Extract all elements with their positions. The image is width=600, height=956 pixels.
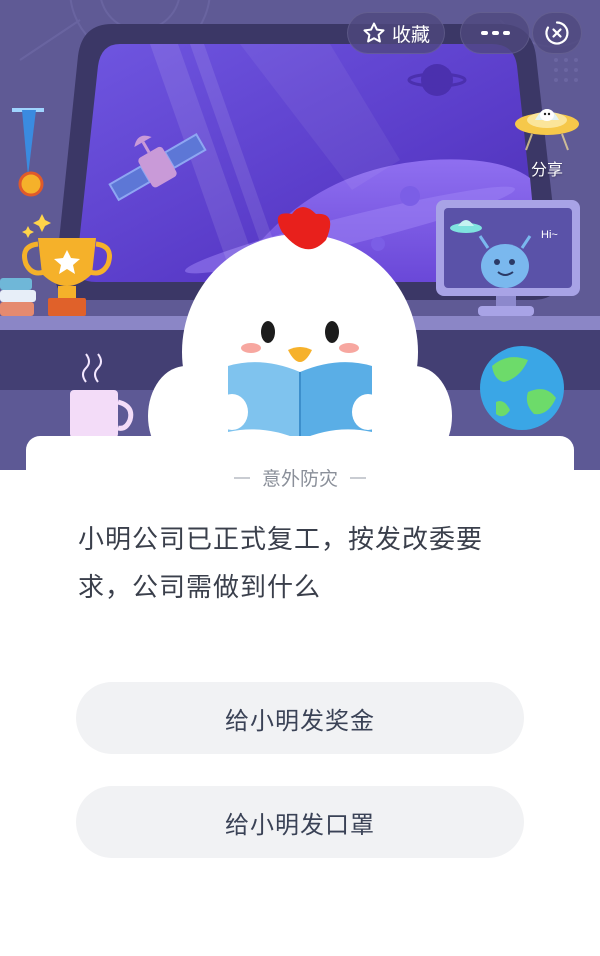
space-room-illustration: Hi~ [0, 0, 600, 470]
more-options-button[interactable] [460, 12, 530, 54]
share-label: 分享 [530, 160, 563, 179]
category-label: 意外防灾 [261, 468, 338, 490]
category-left-dash [233, 476, 250, 479]
answer-option-label: 给小明发口罩 [225, 810, 375, 839]
favorite-button[interactable]: 收藏 [347, 12, 445, 54]
category-right-dash [350, 476, 366, 479]
quiz-question: 小明公司已正式复工，按发改委要求，公司需做到什么 [78, 525, 484, 603]
header-illustration: Hi~ 收藏 分享 [0, 0, 600, 470]
close-mini-program-button[interactable] [532, 12, 582, 54]
favorite-label: 收藏 [391, 23, 430, 46]
star-outline-icon [362, 21, 386, 45]
quiz-category: 意外防灾 [26, 464, 574, 491]
monitor-greeting-text: Hi~ [541, 229, 558, 241]
quiz-card: 意外防灾 小明公司已正式复工，按发改委要求，公司需做到什么 给小明发奖金 给小明… [26, 436, 574, 956]
more-dots-icon [480, 31, 510, 35]
target-close-icon [544, 20, 570, 46]
answer-option-label: 给小明发奖金 [225, 706, 375, 735]
share-button[interactable]: 分享 [512, 100, 582, 180]
ufo-penguin-icon [515, 109, 579, 151]
answer-option-1[interactable]: 给小明发奖金 [76, 682, 524, 754]
answer-option-2[interactable]: 给小明发口罩 [76, 786, 524, 858]
